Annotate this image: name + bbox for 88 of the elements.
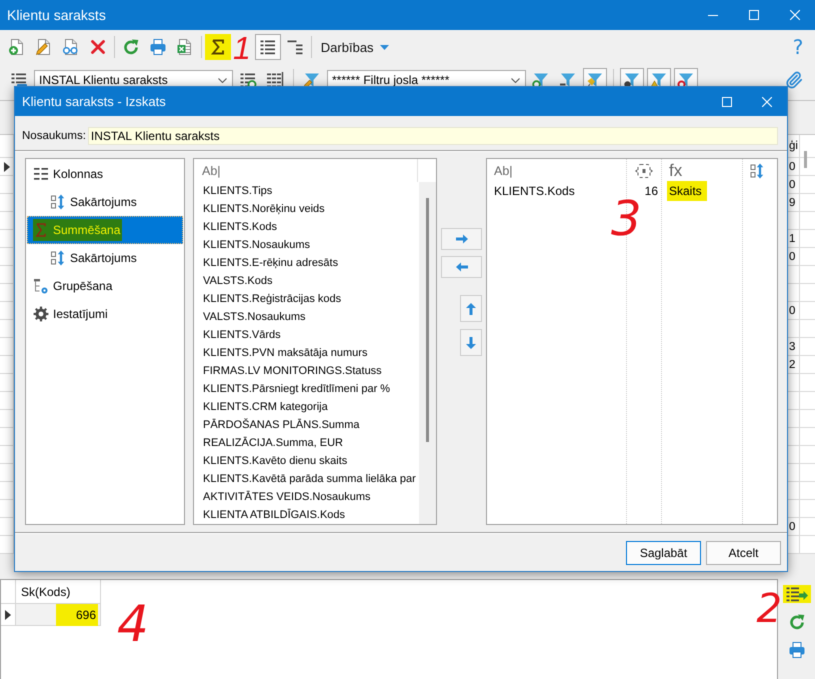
move-down-button[interactable] bbox=[460, 329, 482, 356]
name-field[interactable]: INSTAL Klientu saraksts bbox=[88, 127, 778, 145]
maximize-icon bbox=[748, 10, 758, 20]
sigma-icon bbox=[209, 38, 227, 56]
annotation-number: 1 bbox=[233, 36, 251, 60]
list-arrow-icon bbox=[784, 585, 808, 603]
sort-icon bbox=[750, 162, 764, 178]
column-header: Ab| bbox=[194, 159, 418, 182]
edit-document-icon bbox=[35, 38, 53, 56]
refresh-icon bbox=[122, 38, 140, 56]
filter-pin-icon bbox=[586, 71, 604, 89]
list-item[interactable]: KLIENTS.Nosaukums bbox=[203, 236, 310, 254]
printer-icon bbox=[149, 38, 167, 56]
list-icon bbox=[258, 38, 277, 56]
dialog-button[interactable]: Atcelt bbox=[706, 541, 781, 565]
list-item[interactable]: KLIENTS.E-rēķinu adresāts bbox=[203, 254, 338, 272]
row-indicator-icon bbox=[4, 162, 10, 172]
scrollbar-thumb[interactable] bbox=[804, 151, 807, 168]
table-cell: Skaits bbox=[667, 181, 707, 201]
list-item[interactable]: REALIZĀCIJA.Summa, EUR bbox=[203, 434, 343, 452]
arrow-left-icon bbox=[454, 261, 468, 273]
list-item[interactable]: KLIENTA ATBILDĪGAIS.Kods bbox=[203, 506, 346, 524]
toolbar-button[interactable] bbox=[254, 34, 281, 60]
delete-icon bbox=[89, 38, 107, 56]
list-item[interactable]: KLIENTS.PVN maksātāja numurs bbox=[203, 344, 368, 362]
chevron-down-icon bbox=[218, 78, 227, 82]
list-item[interactable]: KLIENTS.Tips bbox=[203, 182, 272, 200]
table-cell: KLIENTS.Kods bbox=[494, 184, 575, 198]
window-title: Klientu saraksts bbox=[6, 7, 106, 23]
nav-item[interactable]: Summēšana bbox=[27, 216, 183, 244]
nav-item[interactable]: Sakārtojums bbox=[27, 244, 183, 272]
spreadsheet-icon bbox=[176, 38, 194, 56]
scrollbar-thumb[interactable] bbox=[426, 198, 429, 442]
table-cell: 696 bbox=[16, 604, 101, 626]
nav-item[interactable]: Sakārtojums bbox=[27, 188, 183, 216]
close-icon bbox=[762, 96, 772, 106]
toolbar-button[interactable] bbox=[205, 34, 231, 60]
caret-icon bbox=[380, 44, 389, 50]
filter-remove-icon bbox=[559, 71, 577, 89]
arrow-up-icon bbox=[465, 302, 477, 316]
list-item[interactable]: VALSTS.Kods bbox=[203, 272, 272, 290]
annotation-number: 4 bbox=[117, 606, 149, 644]
list-item[interactable]: KLIENTS.Pārsniegt kredītlīmeni par % bbox=[203, 380, 390, 398]
row-indicator-icon bbox=[5, 610, 11, 620]
nav-item[interactable]: Kolonnas bbox=[27, 160, 183, 188]
list-item[interactable]: KLIENTS.Reģistrācijas kods bbox=[203, 290, 342, 308]
close-icon bbox=[790, 10, 800, 20]
side-tool-button[interactable] bbox=[782, 585, 810, 603]
scrollbar-track[interactable] bbox=[419, 182, 436, 524]
table-cell: 16 bbox=[644, 184, 658, 198]
list-item[interactable]: VALSTS.Nosaukums bbox=[203, 308, 306, 326]
actions-menu-button[interactable]: Darbības bbox=[316, 35, 393, 59]
new-document-icon bbox=[8, 38, 26, 56]
indent-list-icon bbox=[286, 38, 304, 56]
list-item[interactable]: AKTIVITĀTES VEIDS.Nosaukums bbox=[203, 488, 370, 506]
row-header-cell[interactable] bbox=[1, 604, 16, 626]
chevron-down-icon bbox=[511, 78, 520, 82]
list-item[interactable]: KLIENTS.CRM kategorija bbox=[203, 398, 328, 416]
paperclip-icon bbox=[785, 71, 803, 89]
filter-edit-icon bbox=[303, 71, 321, 89]
dialog-title: Klientu saraksts - Izskats bbox=[21, 94, 166, 109]
move-up-button[interactable] bbox=[460, 295, 482, 322]
list-item[interactable]: KLIENTS.Kavēto dienu skaits bbox=[203, 452, 348, 470]
maximize-icon bbox=[722, 96, 732, 106]
dialog-button[interactable]: Saglabāt bbox=[626, 541, 701, 565]
filter-stop-icon bbox=[677, 71, 695, 89]
list-item[interactable]: FIRMAS.LV MONITORINGS.Statuss bbox=[203, 362, 382, 380]
field-label: Nosaukums: bbox=[22, 130, 86, 142]
remove-field-button[interactable] bbox=[441, 256, 482, 278]
printer-icon bbox=[788, 641, 806, 659]
glasses-document-icon bbox=[62, 38, 80, 56]
annotation-number: 3 bbox=[611, 201, 642, 237]
list-item[interactable]: KLIENTS.Kods bbox=[203, 218, 277, 236]
list-item[interactable]: KLIENTS.Norēķinu veids bbox=[203, 200, 325, 218]
column-header: fx bbox=[669, 160, 682, 180]
list-item[interactable]: KLIENTS.Kavētā parāda summa lielāka par bbox=[203, 470, 416, 488]
column-header: Ab| bbox=[494, 164, 513, 178]
add-field-button[interactable] bbox=[441, 228, 482, 250]
nav-item[interactable]: Iestatījumi bbox=[27, 300, 183, 328]
list-item[interactable]: PĀRDOŠANAS PLĀNS.Summa bbox=[203, 416, 360, 434]
nav-item[interactable]: Grupēšana bbox=[27, 272, 183, 300]
arrow-right-icon bbox=[454, 233, 468, 245]
list-item[interactable]: KLIENTS.Vārds bbox=[203, 326, 281, 344]
annotation-number: 2 bbox=[756, 594, 782, 624]
column-width-icon bbox=[635, 162, 653, 178]
refresh-icon bbox=[788, 613, 806, 631]
sigma-icon bbox=[33, 219, 49, 241]
arrow-down-icon bbox=[465, 336, 477, 350]
